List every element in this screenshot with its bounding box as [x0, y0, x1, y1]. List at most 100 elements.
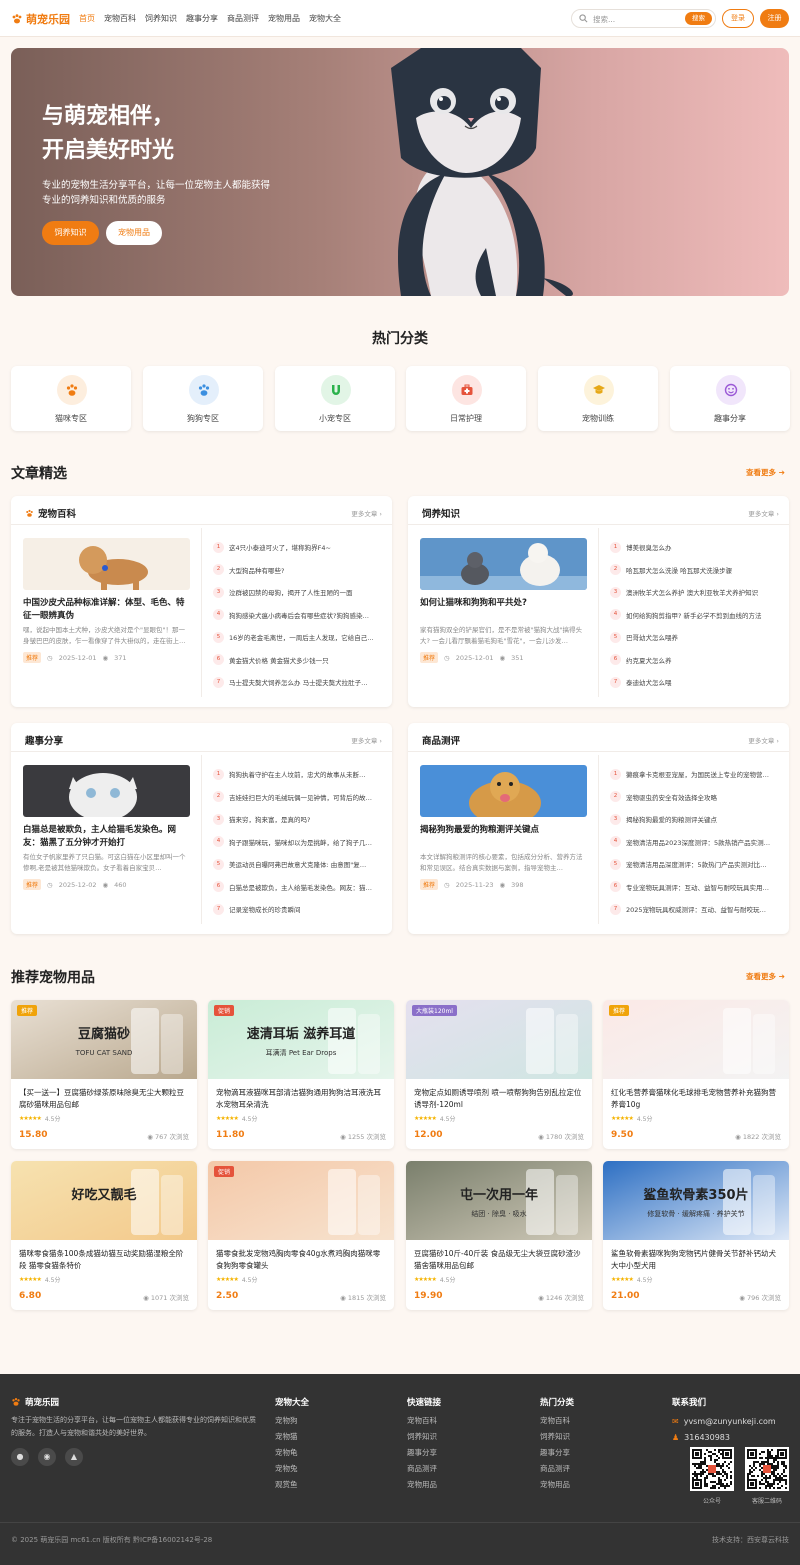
product-name[interactable]: 猫咪零食猫条100条成猫幼猫互动奖励猫湿粮全阶段 猫零食猫条特价 [19, 1248, 189, 1271]
nav-pet-encyclopedia[interactable]: 宠物百科 [104, 13, 136, 24]
panel-more-link[interactable]: 更多文章 › [351, 735, 382, 745]
article-list-item[interactable]: 7 马士提夫獒犬饲养怎么办 马士提夫獒犬拉肚子… [213, 671, 383, 694]
category-card[interactable]: 小宠专区 [275, 366, 395, 431]
nav-fun-stories[interactable]: 趣事分享 [186, 13, 218, 24]
footer-link[interactable]: 饲养知识 [407, 1429, 441, 1445]
article-list-item[interactable]: 1 这4只小泰迪可火了，堪称狗界F4~ [213, 536, 383, 559]
product-card[interactable]: 鲨鱼软骨素350片 修复软骨 · 缓解疼痛 · 养护关节 鲨鱼软骨素猫咪狗狗宠物钙… [603, 1161, 789, 1310]
product-name[interactable]: 红化毛营养膏猫咪化毛球排毛宠物营养补充猫狗营养膏10g [611, 1087, 781, 1110]
article-list-item[interactable]: 5 宠物清洁用品深度测评：5款热门产品实测对比… [610, 853, 780, 876]
article-list-item[interactable]: 4 狗狗感染犬瘟小病毒后会有哪些症状?狗狗感染… [213, 604, 383, 627]
product-card[interactable]: 屯一次用一年 结团 · 除臭 · 吸水 豆腐猫砂10斤-40斤装 食品级无尘大袋豆… [406, 1161, 592, 1310]
contact-email[interactable]: ✉ yvsm@zunyunkeji.com [672, 1414, 776, 1430]
featured-article[interactable]: 白猫总是被欺负，主人给猫毛发染色。网友：猫黑了五分钟才开始打 有位女子帆家里养了… [23, 765, 190, 890]
product-name[interactable]: 豆腐猫砂10斤-40斤装 食品级无尘大袋豆腐砂渣沙猫舍猫咪用品包邮 [414, 1248, 584, 1271]
product-image[interactable]: 好吃又靓毛 [11, 1161, 197, 1240]
footer-link[interactable]: 宠物百科 [407, 1413, 441, 1429]
nav-home[interactable]: 首页 [79, 13, 95, 24]
footer-link[interactable]: 宠物龟 [275, 1445, 309, 1461]
product-card[interactable]: 大瓶装120ml 宠物定点如厕诱导喷剂 喷一喷帮狗狗告别乱拉定位诱导剂-120m… [406, 1000, 592, 1149]
featured-article[interactable]: 如何让猫咪和狗狗和平共处? 家有猫狗双全的铲屎官们，是不是常被"猫狗大战"搞得头… [420, 538, 587, 663]
footer-link[interactable]: 宠物兔 [275, 1461, 309, 1477]
article-list-item[interactable]: 4 宠物清洁用品2023深度测评：5款热销产品实测… [610, 831, 780, 854]
article-list-item[interactable]: 2 吉娃娃扫巨大的毛绒玩偶一见钟情，可背后的故… [213, 786, 383, 809]
featured-article-image[interactable] [420, 765, 587, 817]
article-list-item[interactable]: 1 狗狗执着守护在主人坟前，忠犬的故事从未断… [213, 763, 383, 786]
qq-icon[interactable]: ▲ [65, 1448, 83, 1466]
article-list-item[interactable]: 3 猫来穷，狗来富，是真的吗? [213, 808, 383, 831]
article-list-item[interactable]: 1 博美很臭怎么办 [610, 536, 780, 559]
footer-link[interactable]: 商品测评 [407, 1461, 441, 1477]
wechat-icon[interactable]: ● [11, 1448, 29, 1466]
featured-article-title[interactable]: 白猫总是被欺负，主人给猫毛发染色。网友：猫黑了五分钟才开始打 [23, 824, 190, 850]
products-more-link[interactable]: 查看更多 ➔ [746, 971, 785, 982]
category-card[interactable]: 宠物训练 [538, 366, 658, 431]
featured-article-title[interactable]: 中国沙皮犬品种标准详解：体型、毛色、特征一眼辨真伪 [23, 597, 190, 623]
article-list-item[interactable]: 4 如何给狗狗剪指甲? 新手必学不剪到血线的方法 [610, 604, 780, 627]
footer-link[interactable]: 趣事分享 [407, 1445, 441, 1461]
category-card[interactable]: 趣事分享 [670, 366, 790, 431]
article-list-item[interactable]: 6 黄金猫犬价格 黄金猫犬多少钱一只 [213, 649, 383, 672]
product-image[interactable]: 屯一次用一年结团 · 除臭 · 吸水 [406, 1161, 592, 1240]
article-list-item[interactable]: 6 约克夏犬怎么养 [610, 649, 780, 672]
nav-pet-supplies[interactable]: 宠物用品 [268, 13, 300, 24]
footer-link[interactable]: 饲养知识 [540, 1429, 574, 1445]
footer-link[interactable]: 趣事分享 [540, 1445, 574, 1461]
footer-link[interactable]: 宠物猫 [275, 1429, 309, 1445]
category-card[interactable]: 狗狗专区 [143, 366, 263, 431]
product-name[interactable]: 猫零食批发宠物鸡胸肉零食40g水煮鸡胸肉猫咪零食狗狗零食罐头 [216, 1248, 386, 1271]
footer-link[interactable]: 观赏鱼 [275, 1477, 309, 1493]
article-list-item[interactable]: 2 宠物驱虫药安全有效选择全攻略 [610, 786, 780, 809]
article-list-item[interactable]: 5 16岁的老金毛离世，一周后主人发现，它给自己… [213, 626, 383, 649]
category-card[interactable]: 日常护理 [406, 366, 526, 431]
product-image[interactable]: 速清耳垢 滋养耳道耳满清 Pet Ear Drops [208, 1000, 394, 1079]
footer-link[interactable]: 宠物狗 [275, 1413, 309, 1429]
article-list-item[interactable]: 7 2025宠物玩具权威测评：互动、益智与耐咬玩… [610, 898, 780, 921]
product-name[interactable]: 鲨鱼软骨素猫咪狗狗宠物钙片健骨关节舒补钙幼犬大中小型犬用 [611, 1248, 781, 1271]
product-name[interactable]: 宠物定点如厕诱导喷剂 喷一喷帮狗狗告别乱拉定位诱导剂-120ml [414, 1087, 584, 1110]
article-list-item[interactable]: 2 大型狗品种有哪些? [213, 559, 383, 582]
featured-article[interactable]: 揭秘狗狗最爱的狗粮测评关键点 本文详解狗粮测评的核心要素，包括成分分析、营养方法… [420, 765, 587, 890]
footer-link[interactable]: 宠物百科 [540, 1413, 574, 1429]
search-input[interactable]: 搜索... [593, 14, 615, 25]
article-list-item[interactable]: 5 美运动员自曝阿弗巴故意犬克隆体: 由意图"复… [213, 853, 383, 876]
featured-article-image[interactable] [23, 765, 190, 817]
footer-link[interactable]: 宠物用品 [407, 1477, 441, 1493]
contact-qq[interactable]: ♟ 316430983 [672, 1430, 730, 1446]
product-name[interactable]: 宠物滴耳液猫咪耳部清洁猫狗通用狗狗洁耳液洗耳水宠物耳朵清洗 [216, 1087, 386, 1110]
featured-article-image[interactable] [420, 538, 587, 590]
footer-link[interactable]: 宠物用品 [540, 1477, 574, 1493]
site-logo[interactable]: 萌宠乐园 [11, 11, 70, 27]
nav-pet-catalog[interactable]: 宠物大全 [309, 13, 341, 24]
search-button[interactable]: 搜索 [685, 12, 712, 25]
weibo-icon[interactable]: ◉ [38, 1448, 56, 1466]
panel-more-link[interactable]: 更多文章 › [748, 508, 779, 518]
article-list-item[interactable]: 4 狗子跟猫咪玩，猫咪却以为是挑衅，给了狗子几… [213, 831, 383, 854]
featured-article-title[interactable]: 如何让猫咪和狗狗和平共处? [420, 597, 587, 623]
category-card[interactable]: 猫咪专区 [11, 366, 131, 431]
feeding-knowledge-button[interactable]: 饲养知识 [42, 221, 99, 245]
product-card[interactable]: 好吃又靓毛 猫咪零食猫条100条成猫幼猫互动奖励猫湿粮全阶段 猫零食猫条特价 ★… [11, 1161, 197, 1310]
product-image[interactable] [603, 1000, 789, 1079]
product-image[interactable]: 鲨鱼软骨素350片修复软骨 · 缓解疼痛 · 养护关节 [603, 1161, 789, 1240]
footer-link[interactable]: 商品测评 [540, 1461, 574, 1477]
article-list-item[interactable]: 1 獭痕拿卡克根亚宠屋，为国民送上专业的宠物营… [610, 763, 780, 786]
product-card[interactable]: 促销 猫零食批发宠物鸡胸肉零食40g水煮鸡胸肉猫咪零食狗狗零食罐头 ★★★★★ 4… [208, 1161, 394, 1310]
featured-article-image[interactable] [23, 538, 190, 590]
footer-logo[interactable]: 萌宠乐园 [11, 1396, 59, 1408]
article-list-item[interactable]: 6 白猫总是被欺负，主人给猫毛发染色。网友：猫… [213, 876, 383, 899]
product-card[interactable]: 推荐 红化毛营养膏猫咪化毛球排毛宠物营养补充猫狗营养膏10g ★★★★★ 4.5分… [603, 1000, 789, 1149]
panel-more-link[interactable]: 更多文章 › [351, 508, 382, 518]
article-list-item[interactable]: 6 专业宠物玩具测评：互动、益智与耐咬玩具实用… [610, 876, 780, 899]
product-image[interactable] [208, 1161, 394, 1240]
nav-product-reviews[interactable]: 商品测评 [227, 13, 259, 24]
featured-article[interactable]: 中国沙皮犬品种标准详解：体型、毛色、特征一眼辨真伪 嘿，说起中国本土犬种，沙皮犬… [23, 538, 190, 663]
nav-feeding-knowledge[interactable]: 饲养知识 [145, 13, 177, 24]
product-name[interactable]: 【买一送一】豆腐猫砂绿茶原味除臭无尘大颗粒豆腐砂猫咪用品包邮 [19, 1087, 189, 1110]
login-button[interactable]: 登录 [722, 9, 754, 28]
register-button[interactable]: 注册 [760, 9, 789, 28]
product-card[interactable]: 豆腐猫砂 TOFU CAT SAND 推荐 【买一送一】豆腐猫砂绿茶原味除臭无尘大… [11, 1000, 197, 1149]
articles-more-link[interactable]: 查看更多 ➔ [746, 467, 785, 478]
product-image[interactable]: 豆腐猫砂 TOFU CAT SAND [11, 1000, 197, 1079]
article-list-item[interactable]: 2 哈瓦那犬怎么洗澡 哈瓦那犬洗澡步骤 [610, 559, 780, 582]
